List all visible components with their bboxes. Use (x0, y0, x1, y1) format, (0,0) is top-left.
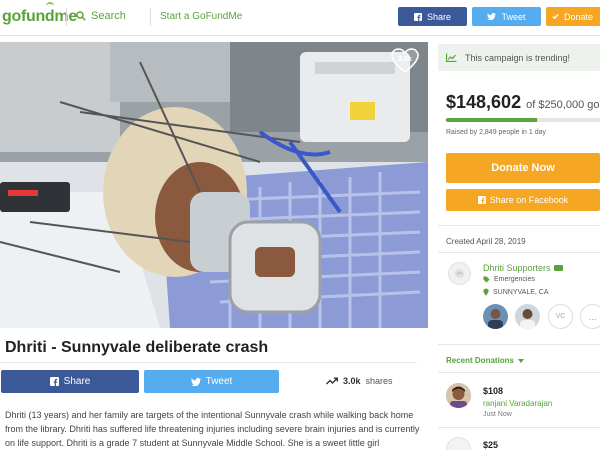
person-photo-icon (446, 383, 471, 408)
envelope-icon[interactable] (553, 265, 563, 271)
more-team-members-button[interactable]: ... (580, 304, 600, 329)
header-tweet-button[interactable]: Tweet (472, 7, 541, 26)
header-share-button[interactable]: Share (398, 7, 467, 26)
campaign-photo (0, 42, 428, 328)
donation-amount: $108 (483, 386, 504, 396)
search-icon (76, 11, 86, 21)
organizer-name-link[interactable]: Dhriti Supporters (483, 263, 563, 273)
heart-button[interactable]: 2.8k (391, 48, 419, 74)
progress-bar (446, 118, 600, 122)
header-share-label: Share (426, 11, 452, 22)
patient-photo-icon (0, 42, 428, 328)
donation-amount: $25 (483, 440, 499, 450)
facebook-icon (49, 377, 59, 386)
recent-donations-dropdown[interactable]: Recent Donations (446, 356, 525, 365)
check-icon (552, 13, 559, 20)
goal-text: of $250,000 goal (526, 99, 600, 111)
share-facebook-label: Share (63, 376, 91, 387)
amount-raised: $148,602 of $250,000 goal (446, 92, 600, 113)
recent-donations-label: Recent Donations (446, 356, 515, 365)
header-tweet-label: Tweet (501, 11, 526, 22)
trending-icon (326, 377, 338, 385)
amount-raised-value: $148,602 (446, 92, 522, 112)
twitter-icon (190, 377, 201, 386)
location-pin-icon (483, 288, 489, 296)
trending-text: This campaign is trending! (465, 52, 571, 63)
header-donate-label: Donate (564, 11, 594, 22)
campaign-title: Dhriti - Sunnyvale deliberate crash (5, 339, 269, 356)
created-date: Created April 28, 2019 (446, 237, 526, 246)
donate-now-button[interactable]: Donate Now (446, 153, 600, 183)
shares-count: 3.0k shares (326, 376, 393, 386)
organizer-name: Dhriti Supporters (483, 263, 551, 273)
organizer-location-text: SUNNYVALE, CA (493, 288, 549, 296)
search-link[interactable]: Search (76, 10, 126, 22)
donor-avatar (446, 437, 471, 450)
sidebar-divider (438, 252, 600, 253)
twitter-icon (487, 13, 497, 20)
header-donate-button[interactable]: Donate (546, 7, 600, 26)
organizer-category-text: Emergencies (494, 276, 535, 283)
trending-banner: This campaign is trending! (438, 44, 600, 71)
sidebar-divider (438, 225, 600, 226)
organizer-location: SUNNYVALE, CA (483, 288, 549, 296)
donor-name: ranjani Varadarajan (483, 399, 553, 408)
search-label: Search (91, 10, 126, 22)
sidebar-divider (438, 344, 600, 345)
share-facebook-button[interactable]: Share (1, 370, 139, 393)
header-divider (66, 8, 67, 26)
team-member-avatar[interactable] (515, 304, 540, 329)
heart-count: 2.8k (398, 56, 412, 63)
sidebar-divider (438, 372, 600, 373)
logo-sunrise-icon (46, 2, 54, 6)
organizer-category[interactable]: Emergencies (483, 276, 535, 283)
donor-avatar (446, 383, 471, 408)
organizer-logo-icon (454, 268, 465, 279)
facebook-icon (477, 196, 486, 204)
campaign-story: Dhriti (13 years) and her family are tar… (5, 410, 420, 448)
team-member-avatar[interactable] (483, 304, 508, 329)
title-divider (0, 362, 417, 363)
top-header: gofundme Search Start a GoFundMe Share T… (0, 0, 600, 36)
shares-label: shares (365, 376, 393, 386)
raised-by-text: Raised by 2,849 people in 1 day (446, 129, 547, 136)
tag-icon (483, 276, 490, 283)
shares-number: 3.0k (343, 376, 361, 386)
organizer-avatar[interactable] (448, 262, 471, 285)
share-on-facebook-button[interactable]: Share on Facebook (446, 189, 600, 211)
caret-down-icon (518, 358, 525, 363)
sidebar-divider (438, 427, 600, 428)
header-divider (150, 8, 151, 26)
progress-fill (446, 118, 538, 122)
person-photo-icon (483, 304, 508, 329)
tweet-label: Tweet (205, 376, 233, 387)
person-photo-icon (515, 304, 540, 329)
facebook-icon (413, 12, 422, 21)
team-member-initials[interactable]: VC (548, 304, 573, 329)
share-on-facebook-label: Share on Facebook (489, 195, 569, 205)
trending-chart-icon (446, 53, 457, 62)
start-gofundme-link[interactable]: Start a GoFundMe (160, 11, 242, 22)
tweet-button[interactable]: Tweet (144, 370, 279, 393)
donation-time: Just Now (483, 411, 512, 418)
